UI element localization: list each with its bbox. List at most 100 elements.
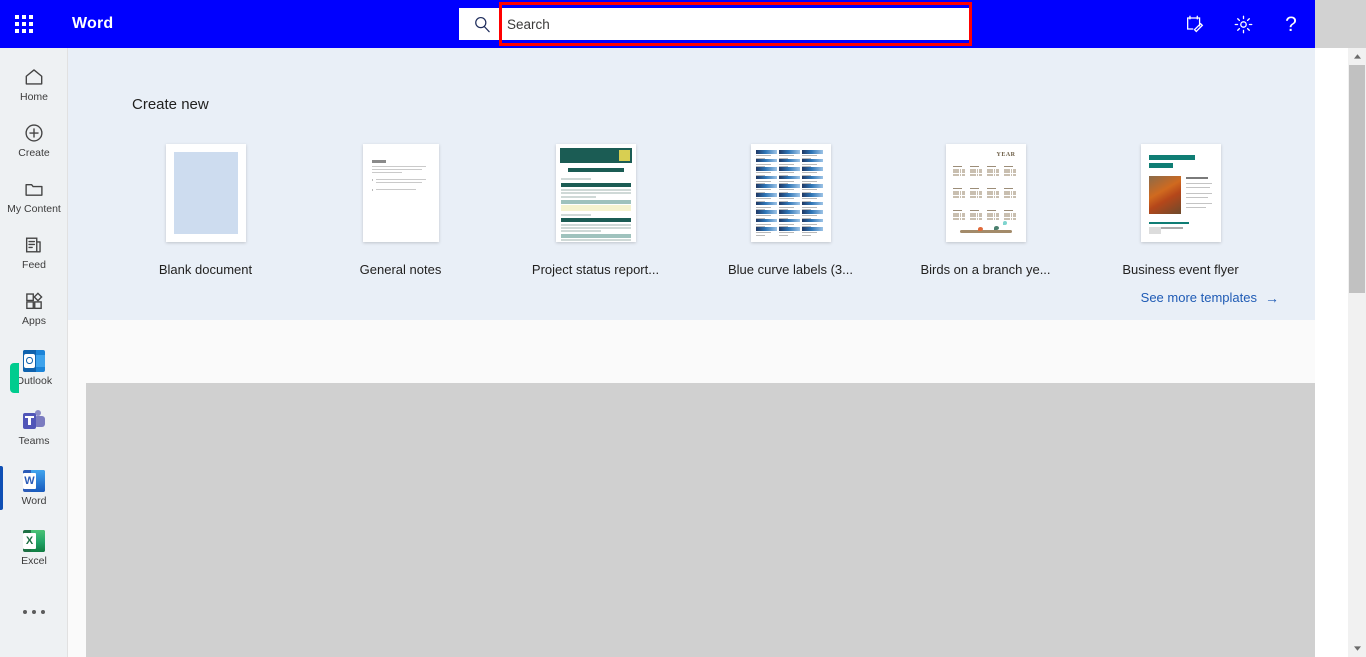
calendar-month [969, 188, 983, 199]
feedback-button[interactable] [1171, 0, 1219, 48]
sidebar-item-create[interactable]: Create [0, 112, 68, 168]
calendar-month [986, 210, 1000, 221]
documents-area [68, 320, 1315, 657]
calendar-month [969, 210, 983, 221]
project-status-report-thumb [555, 144, 636, 242]
label-cell [801, 184, 823, 194]
label-cell [778, 193, 800, 202]
template-label: Birds on a branch ye... [920, 262, 1051, 277]
general-notes-thumb [362, 144, 439, 242]
template-card-birds-on-a-branch[interactable]: YEAR Birds on a branch ye... [888, 144, 1083, 277]
sidebar-item-excel[interactable]: X Excel [0, 520, 68, 576]
business-event-flyer-thumb [1140, 144, 1221, 242]
calendar-month [952, 210, 966, 221]
waffle-icon [15, 15, 33, 33]
search-input[interactable] [505, 9, 969, 39]
arrow-right-icon: → [1265, 289, 1279, 306]
template-label: Business event flyer [1122, 262, 1239, 277]
sidebar-item-label: Home [19, 90, 48, 103]
label-grid [755, 150, 826, 237]
label-cell [778, 158, 800, 168]
template-card-blank-document[interactable]: Blank document [108, 144, 303, 277]
scroll-up-button[interactable] [1348, 48, 1366, 65]
sidebar-item-home[interactable]: Home [0, 56, 68, 112]
ellipsis-icon [23, 610, 27, 614]
apps-icon [26, 291, 43, 309]
template-gallery: Blank document General notes Project sta… [108, 144, 1288, 277]
blue-curve-labels-thumb [750, 144, 831, 242]
page-scrollbar[interactable] [1348, 48, 1366, 657]
calendar-month [1003, 210, 1017, 221]
see-more-templates-label: See more templates [1140, 290, 1257, 305]
home-icon [25, 68, 43, 85]
sidebar-item-my-content[interactable]: My Content [0, 168, 68, 224]
label-cell [801, 210, 823, 219]
label-cell [755, 158, 777, 168]
calendar-month [969, 166, 983, 177]
search-box[interactable] [459, 8, 969, 40]
left-navigation-rail: Home Create My Content Feed Apps Outlook… [0, 48, 68, 657]
label-cell [778, 201, 800, 211]
label-cell [801, 218, 823, 228]
sidebar-item-label: My Content [7, 202, 61, 215]
sidebar-item-feed[interactable]: Feed [0, 224, 68, 280]
sidebar-item-label: Teams [18, 434, 50, 447]
scroll-down-button[interactable] [1348, 640, 1366, 657]
sidebar-item-label: Apps [22, 314, 46, 327]
sidebar-item-word[interactable]: W Word [0, 460, 68, 516]
excel-icon: X [23, 529, 45, 552]
word-home-page: Word Search ? Home Create My Content Fee… [0, 0, 1366, 657]
main-content: Create new Blank document General notes … [68, 48, 1315, 657]
see-more-templates-link[interactable]: See more templates → [1141, 290, 1279, 305]
label-cell [755, 167, 777, 176]
label-cell [755, 218, 777, 228]
template-card-business-event-flyer[interactable]: Business event flyer [1083, 144, 1278, 277]
chevron-down-icon [1353, 646, 1361, 651]
teams-icon [23, 409, 45, 432]
calendar-month [952, 188, 966, 199]
sidebar-more-button[interactable] [0, 592, 68, 632]
settings-button[interactable] [1219, 0, 1267, 48]
create-new-title: Create new [132, 96, 209, 113]
plus-circle-icon [25, 123, 43, 142]
template-label: Blank document [158, 262, 253, 277]
label-cell [778, 150, 800, 159]
folder-icon [25, 183, 43, 196]
blank-page-fill [173, 152, 238, 234]
scrollbar-thumb[interactable] [1349, 65, 1365, 293]
chevron-up-icon [1353, 54, 1361, 59]
label-cell [755, 227, 777, 237]
app-launcher-button[interactable] [0, 0, 48, 48]
help-button[interactable]: ? [1267, 0, 1315, 48]
create-new-panel: Create new Blank document General notes … [68, 48, 1315, 320]
label-cell [755, 184, 777, 194]
label-cell [801, 201, 823, 211]
sidebar-item-label: Excel [21, 554, 47, 567]
label-cell [778, 184, 800, 194]
sidebar-item-label: Create [18, 146, 50, 159]
sidebar-item-teams[interactable]: Teams [0, 400, 68, 456]
calendar-month [986, 188, 1000, 199]
outlook-icon [23, 349, 45, 372]
template-label: Project status report... [531, 262, 660, 277]
label-cell [778, 218, 800, 228]
scroll-position-marker [10, 363, 19, 393]
label-cell [801, 167, 823, 176]
search-area [459, 2, 972, 46]
label-cell [778, 227, 800, 237]
calendar-year-label: YEAR [996, 152, 1016, 158]
template-card-general-notes[interactable]: General notes [303, 144, 498, 277]
sidebar-item-label: Word [21, 494, 47, 507]
label-cell [801, 150, 823, 159]
search-icon [459, 8, 505, 40]
gear-icon [1234, 15, 1252, 33]
template-card-project-status-report[interactable]: Project status report... [498, 144, 693, 277]
template-card-blue-curve-labels[interactable]: Blue curve labels (3... [693, 144, 888, 277]
label-cell [801, 227, 823, 237]
template-label: General notes [359, 262, 442, 277]
sidebar-item-apps[interactable]: Apps [0, 280, 68, 336]
label-cell [778, 175, 800, 185]
header-actions: ? [1171, 0, 1315, 48]
scrollbar-top-cap [1348, 0, 1366, 48]
label-cell [755, 201, 777, 211]
